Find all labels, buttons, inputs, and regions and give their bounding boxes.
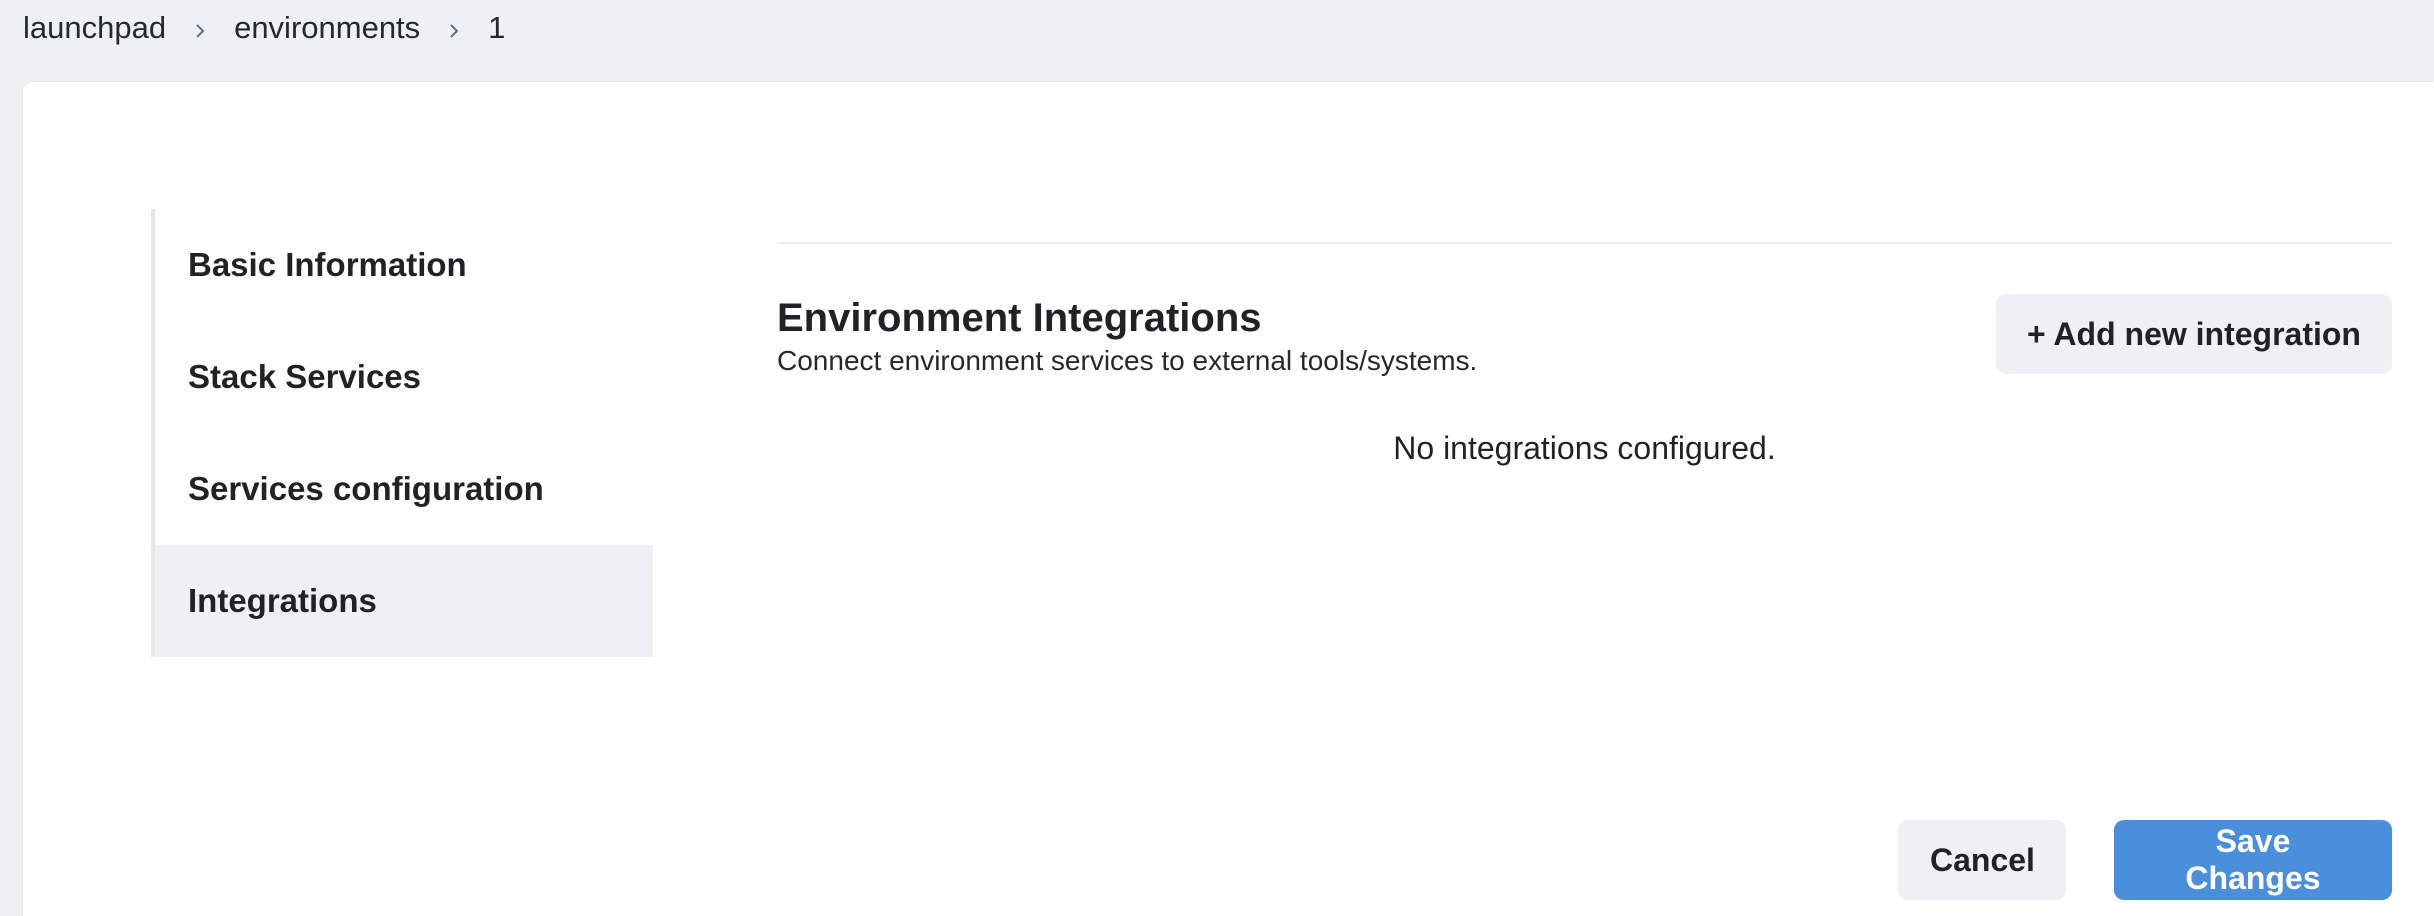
sidebar-item-services-configuration[interactable]: Services configuration bbox=[155, 433, 653, 545]
form-actions: Cancel Save Changes bbox=[1898, 820, 2392, 900]
integrations-panel: Environment Integrations Connect environ… bbox=[777, 242, 2392, 900]
section-header: Environment Integrations Connect environ… bbox=[777, 294, 2392, 384]
chevron-right-icon bbox=[448, 22, 460, 38]
section-divider bbox=[777, 242, 2392, 244]
chevron-right-icon bbox=[194, 22, 206, 38]
empty-state-message: No integrations configured. bbox=[1393, 430, 1776, 466]
cancel-button[interactable]: Cancel bbox=[1898, 820, 2066, 900]
breadcrumb-item-environments[interactable]: environments bbox=[234, 10, 420, 46]
sidebar-item-integrations[interactable]: Integrations bbox=[155, 545, 653, 657]
breadcrumb-item-launchpad[interactable]: launchpad bbox=[23, 10, 166, 46]
sidebar-item-label: Stack Services bbox=[188, 358, 422, 395]
add-integration-button[interactable]: + Add new integration bbox=[1996, 294, 2392, 374]
breadcrumb-item-current: 1 bbox=[488, 10, 506, 45]
sidebar-item-stack-services[interactable]: Stack Services bbox=[155, 321, 653, 433]
sidebar-item-label: Basic Information bbox=[188, 246, 467, 283]
sidebar-item-basic-information[interactable]: Basic Information bbox=[155, 209, 653, 321]
breadcrumb: launchpad environments 1 bbox=[23, 0, 505, 56]
save-changes-button[interactable]: Save Changes bbox=[2114, 820, 2392, 900]
sidebar-item-label: Integrations bbox=[188, 582, 377, 619]
settings-card: Basic Information Stack Services Service… bbox=[23, 82, 2434, 916]
sidebar-item-label: Services configuration bbox=[188, 470, 544, 507]
settings-sidebar: Basic Information Stack Services Service… bbox=[151, 209, 653, 657]
